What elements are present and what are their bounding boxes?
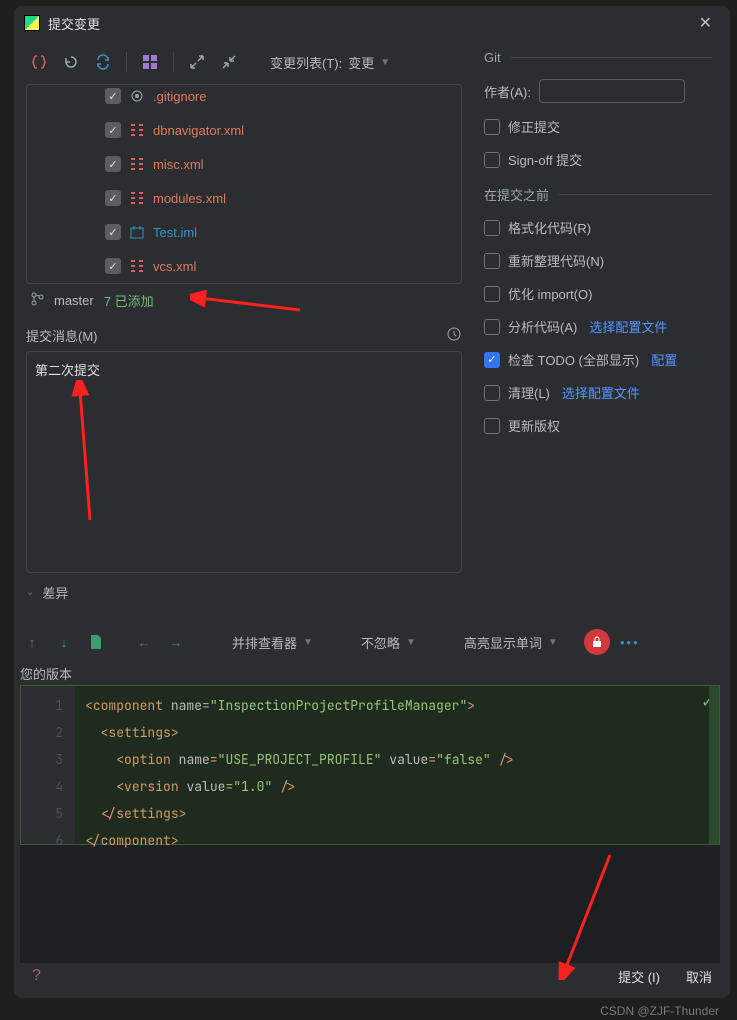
author-input[interactable] [539,79,685,103]
todo-link[interactable]: 配置 [651,350,677,369]
commit-message-input[interactable]: 第二次提交 [26,351,462,573]
file-icon[interactable] [84,630,108,654]
signoff-checkbox[interactable] [484,152,500,168]
code-content: <component name="InspectionProjectProfil… [75,686,514,844]
copyright-label: 更新版权 [508,416,560,435]
file-checkbox[interactable]: ✓ [105,122,121,138]
diff-editor[interactable]: 123456 <component name="InspectionProjec… [20,685,720,845]
iml-icon [129,225,145,239]
analyze-link[interactable]: 选择配置文件 [589,317,667,336]
file-checkbox[interactable]: ✓ [105,224,121,240]
todo-checkbox[interactable]: ✓ [484,352,500,368]
reformat-label: 格式化代码(R) [508,218,591,237]
file-checkbox[interactable]: ✓ [105,156,121,172]
rearrange-checkbox[interactable] [484,253,500,269]
cancel-button[interactable]: 取消 [686,967,712,986]
help-icon[interactable]: ? [32,967,41,985]
editor-blank [20,845,720,963]
file-name: dbnavigator.xml [153,123,244,138]
reformat-checkbox[interactable] [484,220,500,236]
commit-message-label: 提交消息(M) [26,326,98,345]
diff-label: 差异 [42,583,68,602]
forward-icon[interactable]: → [164,630,188,654]
file-checkbox[interactable]: ✓ [105,190,121,206]
dialog-title: 提交变更 [48,14,683,33]
highlight-dropdown[interactable]: 高亮显示单词 ▼ [460,629,562,656]
commit-message-text: 第二次提交 [35,363,100,378]
expand-icon[interactable] [184,49,210,75]
prev-diff-icon[interactable]: ↑ [20,630,44,654]
rollback-icon[interactable] [58,49,84,75]
optimize-checkbox[interactable] [484,286,500,302]
signoff-label: Sign-off 提交 [508,150,582,169]
group-icon[interactable] [137,49,163,75]
ignore-dropdown[interactable]: 不忽略 ▼ [357,629,420,656]
scrollbar[interactable] [709,686,719,844]
changelist-dropdown[interactable]: 变更列表(T): 变更 ▼ [266,49,394,76]
gear-icon [129,89,145,103]
file-checkbox[interactable]: ✓ [105,258,121,274]
cleanup-checkbox[interactable] [484,385,500,401]
amend-label: 修正提交 [508,117,560,136]
branch-name[interactable]: master [54,293,94,308]
file-name: .gitignore [153,89,206,104]
xml-icon [129,260,145,272]
line-gutter: 123456 [21,686,75,844]
version-label: 您的版本 [20,664,720,683]
xml-icon [129,158,145,170]
history-icon[interactable] [446,326,462,345]
commit-button[interactable]: 提交 (I) [618,967,660,986]
changelist-value: 变更 [348,53,374,72]
optimize-label: 优化 import(O) [508,284,593,303]
xml-icon [129,192,145,204]
amend-checkbox[interactable] [484,119,500,135]
todo-label: 检查 TODO (全部显示) [508,350,639,369]
back-icon[interactable]: ← [132,630,156,654]
file-name: vcs.xml [153,259,196,274]
refresh-icon[interactable] [26,49,52,75]
chevron-down-icon: ▼ [380,57,390,68]
copyright-checkbox[interactable] [484,418,500,434]
watermark: CSDN @ZJF-Thunder [600,1004,719,1018]
collapse-icon[interactable] [216,49,242,75]
changelist-label: 变更列表(T): [270,53,342,72]
next-diff-icon[interactable]: ↓ [52,630,76,654]
file-checkbox[interactable]: ✓ [105,88,121,104]
before-commit-label: 在提交之前 [484,185,549,204]
cleanup-link[interactable]: 选择配置文件 [562,383,640,402]
xml-icon [129,124,145,136]
file-name: misc.xml [153,157,204,172]
more-icon[interactable]: ••• [618,630,642,654]
file-name: modules.xml [153,191,226,206]
cleanup-label: 清理(L) [508,383,550,402]
git-section-label: Git [484,50,501,65]
viewer-dropdown[interactable]: 并排查看器 ▼ [228,629,317,656]
branch-icon [30,292,44,309]
analyze-label: 分析代码(A) [508,317,577,336]
author-label: 作者(A): [484,82,531,101]
sync-icon[interactable] [90,49,116,75]
chevron-down-icon: ⌄ [26,587,34,598]
diff-toggle[interactable]: ⌄ 差异 [26,583,462,602]
rearrange-label: 重新整理代码(N) [508,251,604,270]
app-icon [24,15,40,31]
file-name: Test.iml [153,225,197,240]
close-button[interactable]: ✕ [691,9,720,37]
analyze-checkbox[interactable] [484,319,500,335]
added-count: 7 已添加 [104,291,154,310]
lock-icon[interactable] [584,629,610,655]
changes-tree[interactable]: ✓ .gitignore ✓ dbnavigator.xml ✓ misc.xm… [26,84,462,284]
